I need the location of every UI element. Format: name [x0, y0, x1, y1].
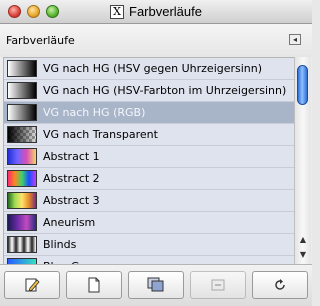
- gradient-label: Aneurism: [43, 216, 96, 229]
- dock-header: Farbverläufe ◂: [0, 24, 312, 57]
- vertical-scrollbar[interactable]: ▲ ▼: [294, 57, 311, 264]
- window-title: Farbverläufe: [129, 4, 202, 19]
- refresh-gradients-icon: [275, 279, 285, 290]
- gradient-list-item[interactable]: Abstract 1: [4, 146, 295, 168]
- new-gradient-button[interactable]: [66, 271, 122, 299]
- gradient-list-item[interactable]: VG nach HG (HSV gegen Uhrzeigersinn): [4, 58, 295, 80]
- scroll-arrows: ▲ ▼: [295, 232, 311, 264]
- gradient-list-item[interactable]: VG nach Transparent: [4, 124, 295, 146]
- refresh-gradients-button[interactable]: [252, 271, 308, 299]
- gradient-label: VG nach HG (HSV gegen Uhrzeigersinn): [43, 62, 263, 75]
- edit-gradient-button[interactable]: [4, 271, 60, 299]
- gradients-window: X Farbverläufe Farbverläufe ◂ VG nach HG …: [0, 0, 312, 306]
- gradient-swatch: [7, 192, 37, 209]
- duplicate-gradient-button[interactable]: [128, 271, 184, 299]
- dock-menu-icon[interactable]: ◂: [289, 34, 301, 45]
- gradient-list-item[interactable]: Abstract 2: [4, 168, 295, 190]
- gradient-swatch: [7, 236, 37, 253]
- gradient-label: VG nach HG (RGB): [43, 106, 146, 119]
- gradient-label: Abstract 2: [43, 172, 100, 185]
- gradient-list-item[interactable]: VG nach HG (RGB): [4, 102, 295, 124]
- delete-gradient-icon: [211, 279, 225, 291]
- gradient-swatch: [7, 104, 37, 121]
- gradient-label: Abstract 1: [43, 150, 100, 163]
- gradient-swatch: [7, 60, 37, 77]
- title-bar: X Farbverläufe: [0, 0, 312, 24]
- gradient-list-item[interactable]: Blinds: [4, 234, 295, 256]
- gradient-swatch: [7, 170, 37, 187]
- gradient-list-item[interactable]: Aneurism: [4, 212, 295, 234]
- scrollbar-thumb[interactable]: [297, 65, 308, 105]
- x11-app-icon: X: [110, 4, 124, 19]
- gradient-swatch: [7, 214, 37, 231]
- duplicate-gradient-icon: [147, 277, 164, 292]
- gradient-swatch: [7, 82, 37, 99]
- gradient-swatch: [7, 126, 37, 143]
- delete-gradient-button[interactable]: [190, 271, 246, 299]
- gradient-list-item[interactable]: VG nach HG (HSV-Farbton im Uhrzeigersinn…: [4, 80, 295, 102]
- gradient-swatch: [7, 148, 37, 165]
- scroll-up-icon[interactable]: ▲: [298, 234, 308, 246]
- gradient-label: Blinds: [43, 238, 77, 251]
- gradient-label: Abstract 3: [43, 194, 100, 207]
- gradient-label: VG nach Transparent: [43, 128, 158, 141]
- gradient-label: VG nach HG (HSV-Farbton im Uhrzeigersinn…: [43, 84, 287, 97]
- gradient-toolbar: [0, 264, 312, 306]
- edit-gradient-icon: [25, 278, 40, 292]
- window-title-group: X Farbverläufe: [0, 4, 312, 19]
- gradient-list-item[interactable]: Abstract 3: [4, 190, 295, 212]
- gradient-list[interactable]: VG nach HG (HSV gegen Uhrzeigersinn) VG n…: [3, 57, 295, 265]
- new-gradient-icon: [88, 277, 100, 293]
- scroll-down-icon[interactable]: ▼: [298, 249, 308, 261]
- dock-title: Farbverläufe: [6, 34, 75, 47]
